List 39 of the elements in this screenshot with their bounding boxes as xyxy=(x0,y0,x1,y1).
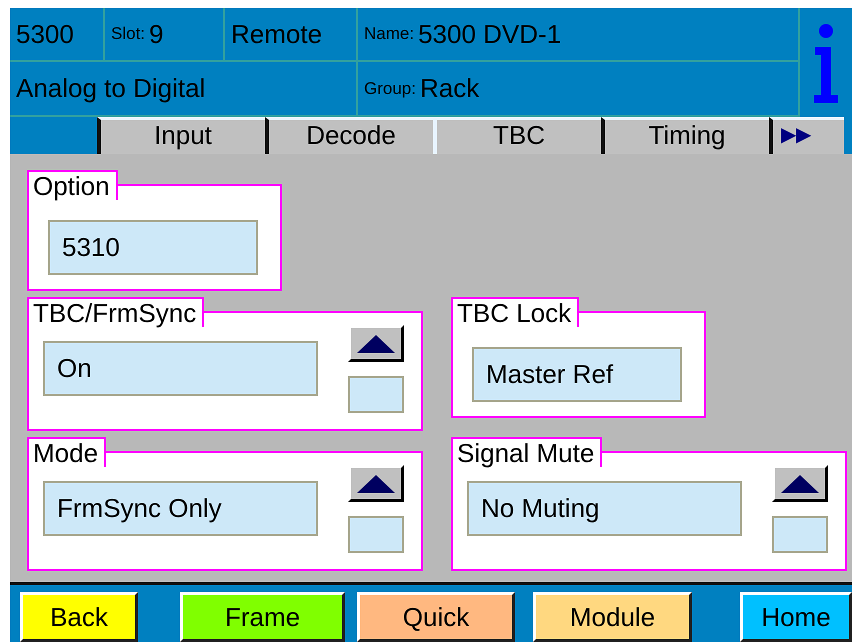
up-button[interactable] xyxy=(348,325,404,362)
value-field[interactable]: FrmSync Only xyxy=(43,481,318,536)
tab[interactable]: Input xyxy=(97,117,265,154)
up-triangle-icon xyxy=(357,334,395,352)
tab[interactable]: Decode xyxy=(265,117,433,154)
nav-button[interactable]: Frame xyxy=(180,592,345,642)
slot-caption: Slot: xyxy=(111,24,146,44)
name-caption: Name: xyxy=(364,24,414,44)
up-triangle-icon xyxy=(357,474,395,492)
value-field[interactable]: On xyxy=(43,341,318,396)
tab[interactable]: Timing xyxy=(601,117,769,154)
panel-title: Mode xyxy=(27,437,106,467)
nav-button[interactable]: Back xyxy=(20,592,138,642)
up-button[interactable] xyxy=(772,465,828,502)
panel-title: TBC Lock xyxy=(451,297,580,327)
more-tabs-button[interactable]: ▶▶ xyxy=(769,117,844,154)
input-field[interactable] xyxy=(348,376,404,413)
nav-button[interactable]: Home xyxy=(740,592,852,642)
info-icon[interactable] xyxy=(813,22,839,102)
group-caption: Group: xyxy=(364,78,416,98)
slot-number: 9 xyxy=(149,18,164,50)
input-field[interactable] xyxy=(772,516,828,553)
module-type-label: Analog to Digital xyxy=(10,62,358,115)
value-field[interactable]: 5310 xyxy=(48,220,258,275)
value-field[interactable]: No Muting xyxy=(467,481,742,536)
panel-title: TBC/FrmSync xyxy=(27,297,204,327)
device-name: 5300 DVD-1 xyxy=(418,18,562,50)
up-triangle-icon xyxy=(781,474,819,492)
input-field[interactable] xyxy=(348,516,404,553)
tab[interactable]: TBC xyxy=(433,117,601,154)
control-mode-label: Remote xyxy=(225,8,358,60)
nav-button[interactable]: Module xyxy=(533,592,692,642)
nav-button[interactable]: Quick xyxy=(357,592,515,642)
panel-title: Signal Mute xyxy=(451,437,602,467)
panel-title: Option xyxy=(27,170,118,200)
group-name: Rack xyxy=(420,73,480,104)
model-label: 5300 xyxy=(10,8,105,60)
up-button[interactable] xyxy=(348,465,404,502)
value-field[interactable]: Master Ref xyxy=(472,347,682,402)
